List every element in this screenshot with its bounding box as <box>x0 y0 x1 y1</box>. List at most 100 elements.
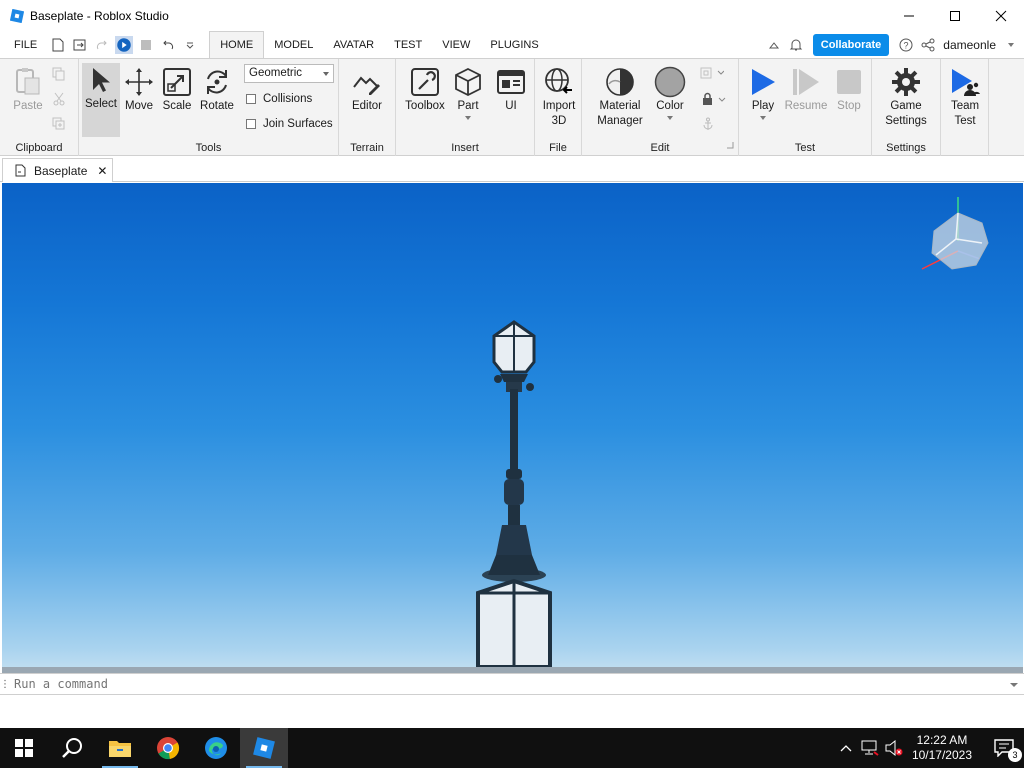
windows-logo-icon <box>15 739 33 757</box>
tab-view-label: VIEW <box>442 38 471 51</box>
ui-button[interactable]: UI <box>489 65 533 114</box>
import-3d-button[interactable]: Import 3D <box>537 65 581 129</box>
lock-button[interactable] <box>702 92 726 109</box>
taskbar-clock[interactable]: 12:22 AM 10/17/2023 <box>912 733 972 763</box>
duplicate-icon <box>52 117 65 130</box>
collapse-ribbon-button[interactable] <box>765 36 783 54</box>
open-file-icon <box>73 39 86 50</box>
play-label: Play <box>751 100 775 112</box>
toolbox-icon <box>411 68 439 96</box>
tab-model[interactable]: MODEL <box>264 31 323 58</box>
command-input[interactable] <box>10 677 1000 691</box>
select-tool-button[interactable]: Select <box>82 63 120 137</box>
import-3d-label-line1: Import <box>542 100 576 112</box>
share-button[interactable] <box>919 36 937 54</box>
duplicate-button[interactable] <box>52 117 66 134</box>
part-cube-icon <box>455 67 481 97</box>
material-manager-button[interactable]: Material Manager <box>596 65 644 129</box>
file-explorer-taskbar-button[interactable] <box>96 728 144 768</box>
team-test-label-line1: Team <box>950 100 980 112</box>
caret-down-icon <box>1008 42 1014 47</box>
tab-avatar[interactable]: AVATAR <box>323 31 384 58</box>
quick-access-dropdown[interactable] <box>181 36 199 54</box>
roblox-studio-taskbar-button[interactable] <box>240 728 288 768</box>
show-hidden-icons-button[interactable] <box>834 728 858 768</box>
close-tab-button[interactable]: ✕ <box>97 164 107 178</box>
team-test-icon <box>952 69 980 96</box>
file-menu[interactable]: FILE <box>14 39 37 51</box>
team-test-button[interactable]: Team Test <box>943 65 987 129</box>
maximize-button[interactable] <box>932 0 978 31</box>
volume-button[interactable] <box>882 728 906 768</box>
cut-button[interactable] <box>52 92 66 109</box>
join-surfaces-toggle[interactable]: Join Surfaces <box>246 118 333 130</box>
account-area: Collaborate ? dameonle <box>763 31 1024 58</box>
windows-taskbar: 12:22 AM 10/17/2023 3 <box>0 728 1024 768</box>
collisions-label: Collisions <box>263 93 313 105</box>
terrain-editor-button[interactable]: Editor <box>345 65 389 114</box>
command-history-dropdown-icon[interactable] <box>1010 683 1018 687</box>
part-button[interactable]: Part <box>446 65 490 120</box>
minimize-button[interactable] <box>886 0 932 31</box>
collisions-checkbox[interactable] <box>246 94 256 104</box>
tab-home[interactable]: HOME <box>209 31 265 59</box>
collaborate-button[interactable]: Collaborate <box>812 33 890 56</box>
street-lamp-model[interactable] <box>454 319 574 673</box>
close-icon <box>995 10 1007 21</box>
file-group-label: File <box>549 142 567 154</box>
new-file-button[interactable] <box>49 36 67 54</box>
transform-mode-value: Geometric <box>249 67 303 79</box>
notifications-button[interactable] <box>787 36 805 54</box>
close-button[interactable] <box>978 0 1024 31</box>
paste-button[interactable]: Paste <box>6 65 50 114</box>
tab-view[interactable]: VIEW <box>432 31 480 58</box>
view-cube[interactable] <box>918 193 998 283</box>
action-center-button[interactable]: 3 <box>984 728 1024 768</box>
game-settings-label-line2: Settings <box>885 115 927 127</box>
transform-mode-dropdown[interactable]: Geometric <box>244 64 334 83</box>
3d-viewport[interactable] <box>2 183 1023 673</box>
volume-muted-icon <box>885 740 903 756</box>
stop-button[interactable]: Stop <box>827 65 871 114</box>
resume-button[interactable]: Resume <box>783 65 829 114</box>
tab-plugins[interactable]: PLUGINS <box>480 31 548 58</box>
network-button[interactable] <box>858 728 882 768</box>
resume-icon <box>793 69 819 95</box>
search-button[interactable] <box>48 728 96 768</box>
window-title: Baseplate - Roblox Studio <box>30 8 169 23</box>
command-bar-grip-icon[interactable]: ⋮ <box>0 679 10 690</box>
new-file-icon <box>52 38 64 51</box>
collisions-toggle[interactable]: Collisions <box>246 93 312 105</box>
help-button[interactable]: ? <box>897 36 915 54</box>
chrome-taskbar-button[interactable] <box>144 728 192 768</box>
scale-tool-button[interactable]: Scale <box>155 65 199 114</box>
cut-icon <box>53 92 65 106</box>
username[interactable]: dameonle <box>943 38 996 52</box>
edge-taskbar-button[interactable] <box>192 728 240 768</box>
rotate-tool-button[interactable]: Rotate <box>195 65 239 114</box>
chevron-up-icon <box>840 745 852 752</box>
network-icon <box>861 740 879 756</box>
share-icon <box>921 38 935 51</box>
join-surfaces-checkbox[interactable] <box>246 119 256 129</box>
settings-group: Game Settings Settings <box>872 59 941 156</box>
document-tab-baseplate[interactable]: Baseplate ✕ <box>2 158 113 182</box>
group-button[interactable] <box>700 67 725 82</box>
color-button[interactable]: Color <box>648 65 692 120</box>
game-settings-button[interactable]: Game Settings <box>884 65 928 129</box>
play-here-button[interactable] <box>115 35 134 54</box>
settings-group-label: Settings <box>886 142 926 154</box>
toolbox-button[interactable]: Toolbox <box>402 65 448 114</box>
stop-small-button[interactable] <box>137 36 155 54</box>
undo-button[interactable] <box>159 36 177 54</box>
start-button[interactable] <box>0 728 48 768</box>
account-dropdown[interactable] <box>1002 36 1020 54</box>
play-button[interactable]: Play <box>741 65 785 120</box>
anchor-button[interactable] <box>702 117 714 134</box>
redo-disabled-button[interactable] <box>93 36 111 54</box>
copy-button[interactable] <box>52 67 66 84</box>
chevron-down-icon <box>323 72 329 76</box>
tab-test[interactable]: TEST <box>384 31 432 58</box>
test-group: Play Resume Stop Test <box>739 59 872 156</box>
open-file-button[interactable] <box>71 36 89 54</box>
